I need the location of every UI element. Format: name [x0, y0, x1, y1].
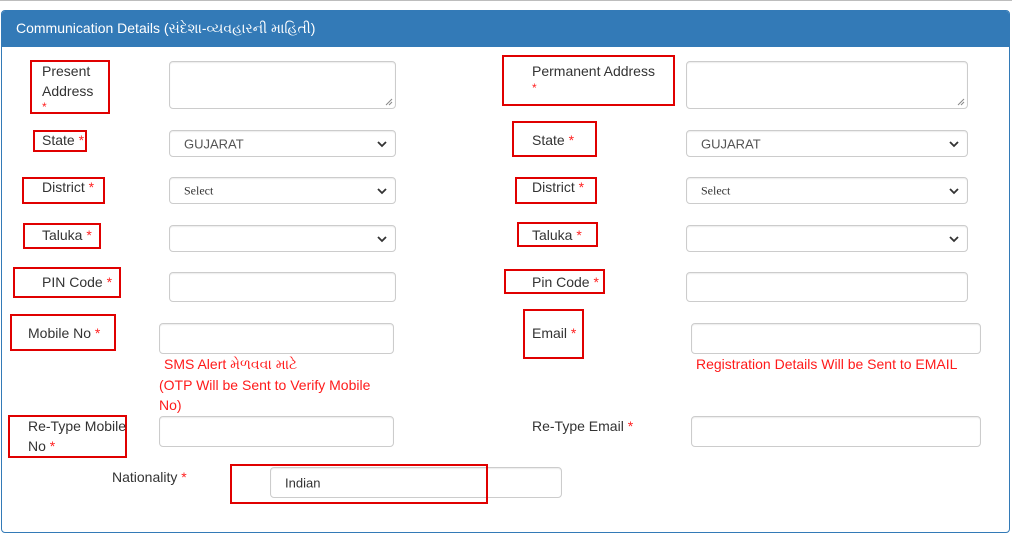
required-marker: * — [576, 227, 582, 243]
permanent-district-select-value: Select — [701, 183, 731, 197]
chevron-down-icon — [949, 140, 959, 147]
retype-mobile-label: Re-Type Mobile No * — [28, 416, 126, 456]
permanent-taluka-label-text: Taluka — [532, 227, 573, 243]
permanent-state-select-value: GUJARAT — [701, 136, 761, 151]
pin-code-label: PIN Code * — [42, 272, 112, 292]
present-address-label-line1: Present — [42, 63, 91, 79]
district-select[interactable]: Select — [169, 177, 396, 204]
mobile-otp-hint-line2: No) — [159, 397, 182, 413]
email-label-text: Email — [532, 325, 568, 341]
required-marker: * — [181, 469, 187, 485]
required-marker: * — [42, 100, 47, 114]
chevron-down-icon — [377, 140, 387, 147]
panel-title: Communication Details (સંદેશા-વ્યવહારની … — [16, 20, 316, 36]
required-marker: * — [593, 274, 599, 290]
permanent-state-select[interactable]: GUJARAT — [686, 130, 968, 157]
district-label: District * — [42, 177, 94, 197]
nationality-label: Nationality * — [112, 467, 187, 487]
permanent-district-label: District * — [532, 177, 584, 197]
present-address-textarea[interactable] — [169, 61, 396, 109]
required-marker: * — [78, 132, 85, 148]
permanent-pin-code-input[interactable] — [686, 272, 968, 302]
required-marker: * — [627, 418, 634, 434]
district-label-text: District — [42, 179, 85, 195]
chevron-down-icon — [377, 235, 387, 242]
state-label: State * — [42, 130, 84, 150]
email-hint: Registration Details Will be Sent to EMA… — [696, 356, 958, 372]
required-marker: * — [94, 325, 101, 341]
permanent-address-textarea[interactable] — [686, 61, 968, 109]
permanent-pin-code-label: Pin Code * — [532, 272, 599, 292]
required-marker: * — [49, 438, 56, 454]
nationality-label-text: Nationality — [112, 469, 178, 485]
permanent-district-select[interactable]: Select — [686, 177, 968, 204]
required-marker: * — [106, 274, 113, 290]
resize-handle-icon[interactable] — [385, 98, 393, 106]
mobile-no-label: Mobile No * — [28, 323, 100, 343]
mobile-no-label-text: Mobile No — [28, 325, 92, 341]
required-marker: * — [86, 227, 92, 243]
district-select-value: Select — [184, 183, 214, 197]
required-marker: * — [532, 81, 537, 95]
present-address-label: Present Address * — [42, 61, 93, 113]
retype-email-input[interactable] — [691, 416, 981, 447]
state-select-value: GUJARAT — [184, 136, 244, 151]
chevron-down-icon — [949, 187, 959, 194]
mobile-no-input[interactable] — [159, 323, 394, 354]
present-address-label-line2: Address — [42, 83, 94, 99]
mobile-otp-hint-line1: (OTP Will be Sent to Verify Mobile — [159, 377, 371, 393]
permanent-address-label: Permanent Address * — [532, 61, 655, 95]
pin-code-input[interactable] — [169, 272, 396, 302]
retype-email-label-text: Re-Type Email — [532, 418, 624, 434]
required-marker: * — [578, 179, 585, 195]
retype-mobile-input[interactable] — [159, 416, 394, 447]
permanent-state-label: State * — [532, 130, 574, 150]
taluka-select[interactable] — [169, 225, 396, 252]
highlight-box-nationality — [230, 464, 488, 504]
required-marker: * — [88, 179, 95, 195]
retype-mobile-label-line1: Re-Type Mobile — [28, 418, 127, 434]
permanent-state-label-text: State — [532, 132, 565, 148]
permanent-district-label-text: District — [532, 179, 575, 195]
resize-handle-icon[interactable] — [957, 98, 965, 106]
panel-heading: Communication Details (સંદેશા-વ્યવહારની … — [2, 11, 1009, 47]
top-divider — [0, 0, 1012, 1]
taluka-label: Taluka * — [42, 225, 92, 245]
chevron-down-icon — [949, 235, 959, 242]
required-marker: * — [570, 325, 577, 341]
permanent-taluka-label: Taluka * — [532, 225, 582, 245]
taluka-label-text: Taluka — [42, 227, 83, 243]
state-label-text: State — [42, 132, 75, 148]
retype-mobile-label-line2: No — [28, 438, 46, 454]
mobile-sms-hint: SMS Alert મેળવવા માટે — [164, 356, 298, 372]
state-select[interactable]: GUJARAT — [169, 130, 396, 157]
pin-code-label-text: PIN Code — [42, 274, 103, 290]
permanent-pin-code-label-text: Pin Code — [532, 274, 590, 290]
required-marker: * — [568, 132, 575, 148]
permanent-taluka-select[interactable] — [686, 225, 968, 252]
chevron-down-icon — [377, 187, 387, 194]
email-label: Email * — [532, 323, 576, 343]
email-input[interactable] — [691, 323, 981, 354]
permanent-address-label-text: Permanent Address — [532, 63, 655, 79]
retype-email-label: Re-Type Email * — [532, 416, 633, 436]
